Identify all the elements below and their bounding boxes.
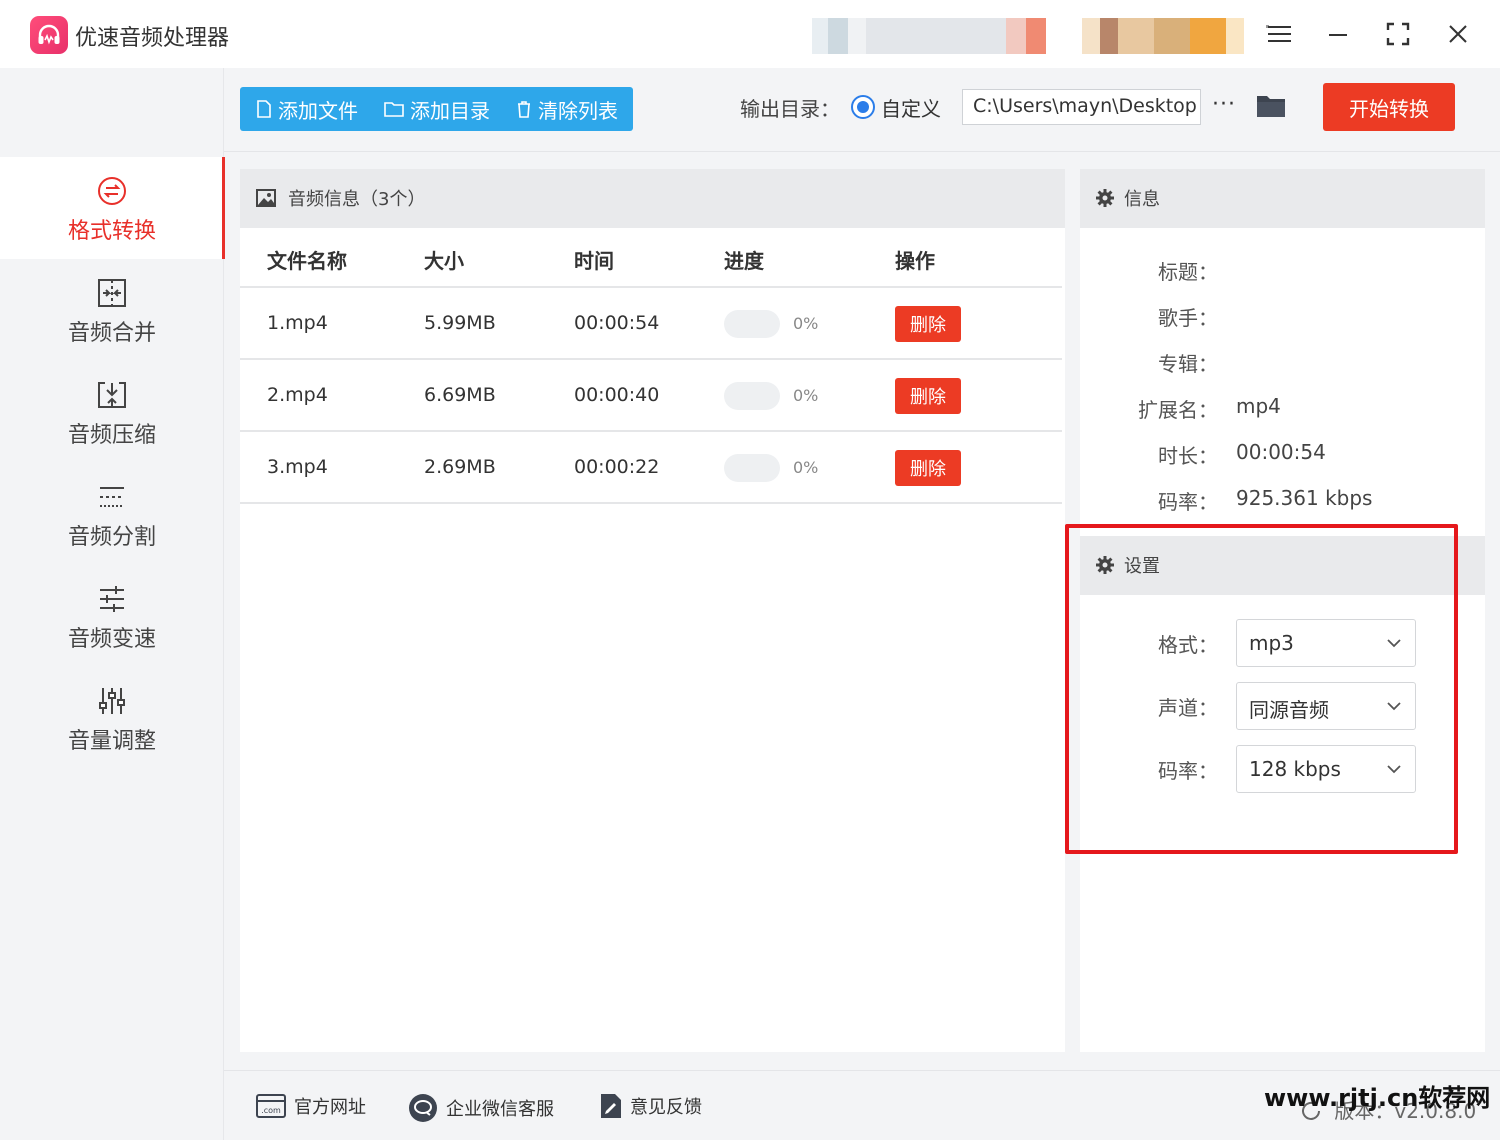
sidebar-item-split[interactable]: 音频分割 <box>0 463 224 565</box>
sidebar-item-speed[interactable]: 音频变速 <box>0 565 224 667</box>
headphones-icon <box>38 24 60 45</box>
app-logo <box>30 16 68 54</box>
sidebar-item-merge[interactable]: 音频合并 <box>0 259 224 361</box>
website-icon: .com <box>256 1094 286 1118</box>
delete-button[interactable]: 删除 <box>895 450 961 486</box>
add-file-label: 添加文件 <box>278 98 358 123</box>
column-header-name: 文件名称 <box>267 249 347 273</box>
svg-text:.com: .com <box>261 1106 281 1115</box>
app-title: 优速音频处理器 <box>75 26 230 51</box>
feedback-link[interactable]: 意见反馈 <box>600 1093 702 1119</box>
website-label: 官方网址 <box>294 1097 366 1118</box>
format-convert-icon <box>98 177 126 205</box>
file-list-panel: 音频信息（3个） 文件名称 大小 时间 进度 操作 1.mp4 5.99MB 0… <box>240 169 1065 1052</box>
progress-bar <box>724 382 780 410</box>
sidebar-item-label: 音频变速 <box>67 627 156 652</box>
duration-value: 00:00:54 <box>1236 440 1326 464</box>
table-row[interactable]: 1.mp4 5.99MB 00:00:54 0% 删除 <box>240 288 1062 360</box>
volume-adjust-icon <box>99 688 125 714</box>
website-link[interactable]: .com 官方网址 <box>256 1093 366 1119</box>
sidebar-item-label: 格式转换 <box>67 219 156 244</box>
toolbar: 添加文件 添加目录 清除列表 输出目录： 自定义 C:\Users\mayn\D… <box>224 68 1500 152</box>
close-icon[interactable] <box>1442 18 1474 50</box>
progress-percent: 0% <box>793 386 819 405</box>
file-icon <box>257 100 271 118</box>
file-duration: 00:00:22 <box>574 456 660 478</box>
output-path-input[interactable]: C:\Users\mayn\Desktop <box>962 89 1201 125</box>
extension-label: 扩展名： <box>1138 398 1218 422</box>
add-directory-label: 添加目录 <box>410 98 490 123</box>
sidebar: 格式转换 音频合并 音频压缩 音频分割 音频变速 音量调整 <box>0 68 225 1140</box>
sidebar-item-label: 音频压缩 <box>67 423 156 448</box>
settings-highlight-box <box>1065 524 1458 854</box>
folder-outline-icon <box>384 102 404 117</box>
menu-icon[interactable] <box>1262 18 1294 50</box>
sidebar-item-format-convert[interactable]: 格式转换 <box>0 157 225 259</box>
file-panel-title: 音频信息（3个） <box>288 189 426 210</box>
file-size: 2.69MB <box>424 456 496 478</box>
compress-icon <box>98 382 126 408</box>
speed-icon <box>100 586 124 612</box>
info-section-title: 信息 <box>1124 189 1160 210</box>
fullscreen-icon[interactable] <box>1382 18 1414 50</box>
table-row[interactable]: 3.mp4 2.69MB 00:00:22 0% 删除 <box>240 432 1062 504</box>
duration-label: 时长： <box>1158 444 1218 468</box>
bitrate-value: 925.361 kbps <box>1236 486 1373 510</box>
info-section-header: 信息 <box>1080 169 1485 228</box>
delete-button[interactable]: 删除 <box>895 378 961 414</box>
progress-percent: 0% <box>793 314 819 333</box>
feedback-icon <box>601 1094 621 1118</box>
wechat-service-label: 企业微信客服 <box>446 1099 554 1120</box>
sidebar-item-compress[interactable]: 音频压缩 <box>0 361 224 463</box>
sidebar-item-label: 音量调整 <box>67 729 156 754</box>
open-folder-icon[interactable] <box>1256 93 1286 123</box>
table-row[interactable]: 2.mp4 6.69MB 00:00:40 0% 删除 <box>240 360 1062 432</box>
trash-icon <box>518 101 530 118</box>
clear-list-label: 清除列表 <box>538 98 618 123</box>
file-duration: 00:00:54 <box>574 312 660 334</box>
file-actions-group: 添加文件 添加目录 清除列表 <box>240 87 633 131</box>
file-name: 3.mp4 <box>267 456 328 478</box>
delete-button[interactable]: 删除 <box>895 306 961 342</box>
gear-icon <box>1096 189 1114 207</box>
extension-value: mp4 <box>1236 394 1281 418</box>
title-bar: 优速音频处理器 <box>0 0 1500 68</box>
file-panel-header: 音频信息（3个） <box>240 169 1065 228</box>
file-size: 5.99MB <box>424 312 496 334</box>
merge-icon <box>98 279 126 307</box>
column-header-action: 操作 <box>895 249 935 273</box>
minimize-icon[interactable] <box>1322 18 1354 50</box>
split-icon <box>100 487 124 507</box>
more-options-button[interactable]: ··· <box>1212 92 1236 117</box>
clear-list-button[interactable]: 清除列表 <box>516 87 618 131</box>
start-convert-button[interactable]: 开始转换 <box>1323 83 1455 131</box>
file-name: 1.mp4 <box>267 312 328 334</box>
artist-label: 歌手： <box>1158 306 1218 330</box>
bitrate-label: 码率： <box>1158 490 1218 514</box>
progress-percent: 0% <box>793 458 819 477</box>
add-directory-button[interactable]: 添加目录 <box>384 87 490 131</box>
column-header-time: 时间 <box>574 249 614 273</box>
custom-radio[interactable] <box>851 95 875 119</box>
watermark: www.rjtj.cn软荐网 <box>1264 1084 1491 1112</box>
sidebar-item-volume[interactable]: 音量调整 <box>0 667 224 769</box>
sidebar-item-label: 音频合并 <box>67 321 156 346</box>
column-header-size: 大小 <box>424 249 464 273</box>
progress-bar <box>724 310 780 338</box>
feedback-label: 意见反馈 <box>630 1097 702 1118</box>
album-label: 专辑： <box>1158 352 1218 376</box>
output-dir-label: 输出目录： <box>740 97 840 121</box>
sidebar-item-label: 音频分割 <box>67 525 156 550</box>
wechat-service-link[interactable]: 企业微信客服 <box>408 1093 554 1123</box>
chat-icon <box>409 1094 437 1122</box>
progress-bar <box>724 454 780 482</box>
file-name: 2.mp4 <box>267 384 328 406</box>
column-header-progress: 进度 <box>724 249 764 273</box>
file-duration: 00:00:40 <box>574 384 660 406</box>
add-file-button[interactable]: 添加文件 <box>256 87 358 131</box>
custom-radio-label[interactable]: 自定义 <box>881 93 941 122</box>
file-size: 6.69MB <box>424 384 496 406</box>
image-icon <box>256 189 276 207</box>
title-label: 标题： <box>1158 260 1218 284</box>
